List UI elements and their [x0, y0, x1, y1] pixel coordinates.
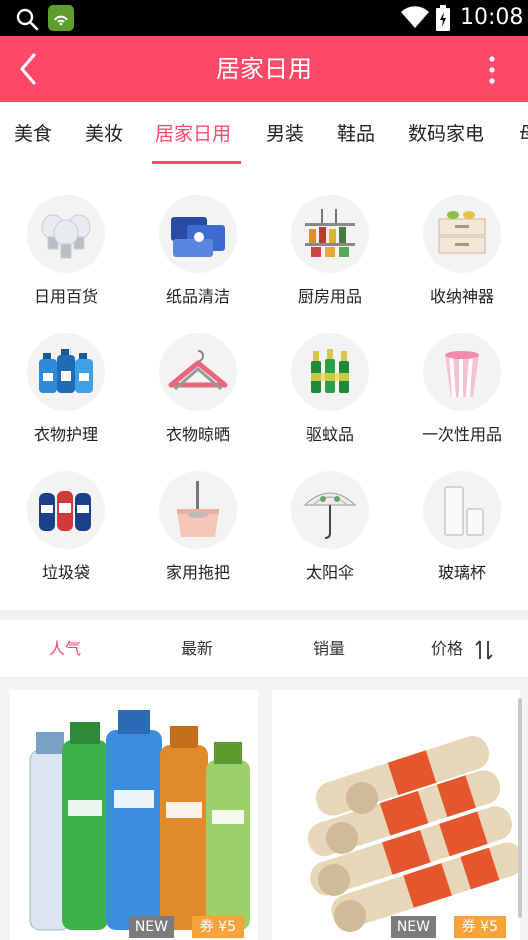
category-tabs: 美食 美妆 居家日用 男装 鞋品 数码家电 母 — [0, 102, 528, 166]
glass-icon — [423, 471, 501, 549]
product-image-incense-rolls — [272, 690, 520, 940]
category-label: 日用百货 — [33, 287, 98, 306]
app-bar: 居家日用 — [0, 36, 528, 102]
page-title: 居家日用 — [216, 55, 312, 83]
product-image-water-bottles — [10, 690, 258, 940]
category-label: 收纳神器 — [429, 287, 494, 306]
category-laundry-drying[interactable]: 衣物晾晒 — [132, 316, 264, 454]
detergent-icon — [27, 333, 105, 411]
battery-icon — [436, 5, 450, 31]
coupon-badge: 券 ¥5 — [191, 916, 244, 938]
search-icon — [16, 8, 39, 31]
tissue-box-icon — [159, 195, 237, 273]
tab-mother-baby[interactable]: 母 — [519, 102, 528, 166]
sort-newest[interactable]: 最新 — [181, 620, 213, 678]
paper-cup-icon — [423, 333, 501, 411]
category-disposable[interactable]: 一次性用品 — [396, 316, 528, 454]
category-laundry-care[interactable]: 衣物护理 — [0, 316, 132, 454]
spice-rack-icon — [291, 195, 369, 273]
tab-electronics[interactable]: 数码家电 — [408, 102, 484, 166]
category-trash-bags[interactable]: 垃圾袋 — [0, 454, 132, 592]
tab-beauty[interactable]: 美妆 — [85, 102, 123, 166]
tab-home-daily[interactable]: 居家日用 — [155, 102, 231, 166]
notification-app-icon — [48, 5, 74, 31]
lightbulb-icon — [27, 195, 105, 273]
umbrella-icon — [291, 471, 369, 549]
category-label: 驱蚊品 — [305, 425, 354, 444]
category-label: 太阳伞 — [305, 563, 354, 582]
category-paper-cleaning[interactable]: 纸品清洁 — [132, 178, 264, 316]
new-badge: NEW — [390, 916, 436, 938]
more-options-icon[interactable] — [480, 54, 504, 86]
category-label: 垃圾袋 — [41, 563, 90, 582]
mop-bucket-icon — [159, 471, 237, 549]
sort-bar: 人气 最新 销量 价格 — [0, 620, 528, 678]
category-mosquito-repellent[interactable]: 驱蚊品 — [264, 316, 396, 454]
storage-drawer-icon — [423, 195, 501, 273]
category-sun-umbrella[interactable]: 太阳伞 — [264, 454, 396, 592]
product-card[interactable]: NEW 券 ¥5 — [10, 690, 258, 940]
section-divider — [0, 610, 528, 620]
category-label: 衣物晾晒 — [165, 425, 230, 444]
sort-sales[interactable]: 销量 — [313, 620, 345, 678]
status-bar: 10:08 — [0, 0, 528, 36]
product-card[interactable]: NEW 券 ¥5 — [272, 690, 520, 940]
sort-popular[interactable]: 人气 — [49, 620, 81, 678]
hanger-icon — [159, 333, 237, 411]
category-glass-cup[interactable]: 玻璃杯 — [396, 454, 528, 592]
new-badge: NEW — [128, 916, 174, 938]
sort-order-icon[interactable] — [474, 639, 494, 661]
clock: 10:08 — [460, 5, 524, 30]
tab-shoes[interactable]: 鞋品 — [337, 102, 375, 166]
category-storage[interactable]: 收纳神器 — [396, 178, 528, 316]
category-daily-goods[interactable]: 日用百货 — [0, 178, 132, 316]
scrollbar[interactable] — [518, 698, 522, 918]
sort-price[interactable]: 价格 — [431, 620, 463, 678]
active-tab-indicator — [152, 161, 241, 164]
wifi-icon — [401, 6, 429, 28]
tab-menswear[interactable]: 男装 — [266, 102, 304, 166]
tab-food[interactable]: 美食 — [14, 102, 52, 166]
category-label: 家用拖把 — [165, 563, 230, 582]
coupon-badge: 券 ¥5 — [453, 916, 506, 938]
category-label: 厨房用品 — [297, 287, 362, 306]
category-label: 一次性用品 — [421, 425, 502, 444]
category-mop[interactable]: 家用拖把 — [132, 454, 264, 592]
category-kitchen[interactable]: 厨房用品 — [264, 178, 396, 316]
subcategory-grid: 日用百货 纸品清洁 厨房用品 收纳神器 衣物护理 衣物晾晒 驱蚊品 一次性用品 … — [0, 178, 528, 608]
category-label: 纸品清洁 — [165, 287, 230, 306]
repellent-bottles-icon — [291, 333, 369, 411]
category-label: 玻璃杯 — [437, 563, 486, 582]
category-label: 衣物护理 — [33, 425, 98, 444]
product-list: NEW 券 ¥5 NEW 券 ¥5 — [0, 678, 528, 940]
trash-bag-icon — [27, 471, 105, 549]
